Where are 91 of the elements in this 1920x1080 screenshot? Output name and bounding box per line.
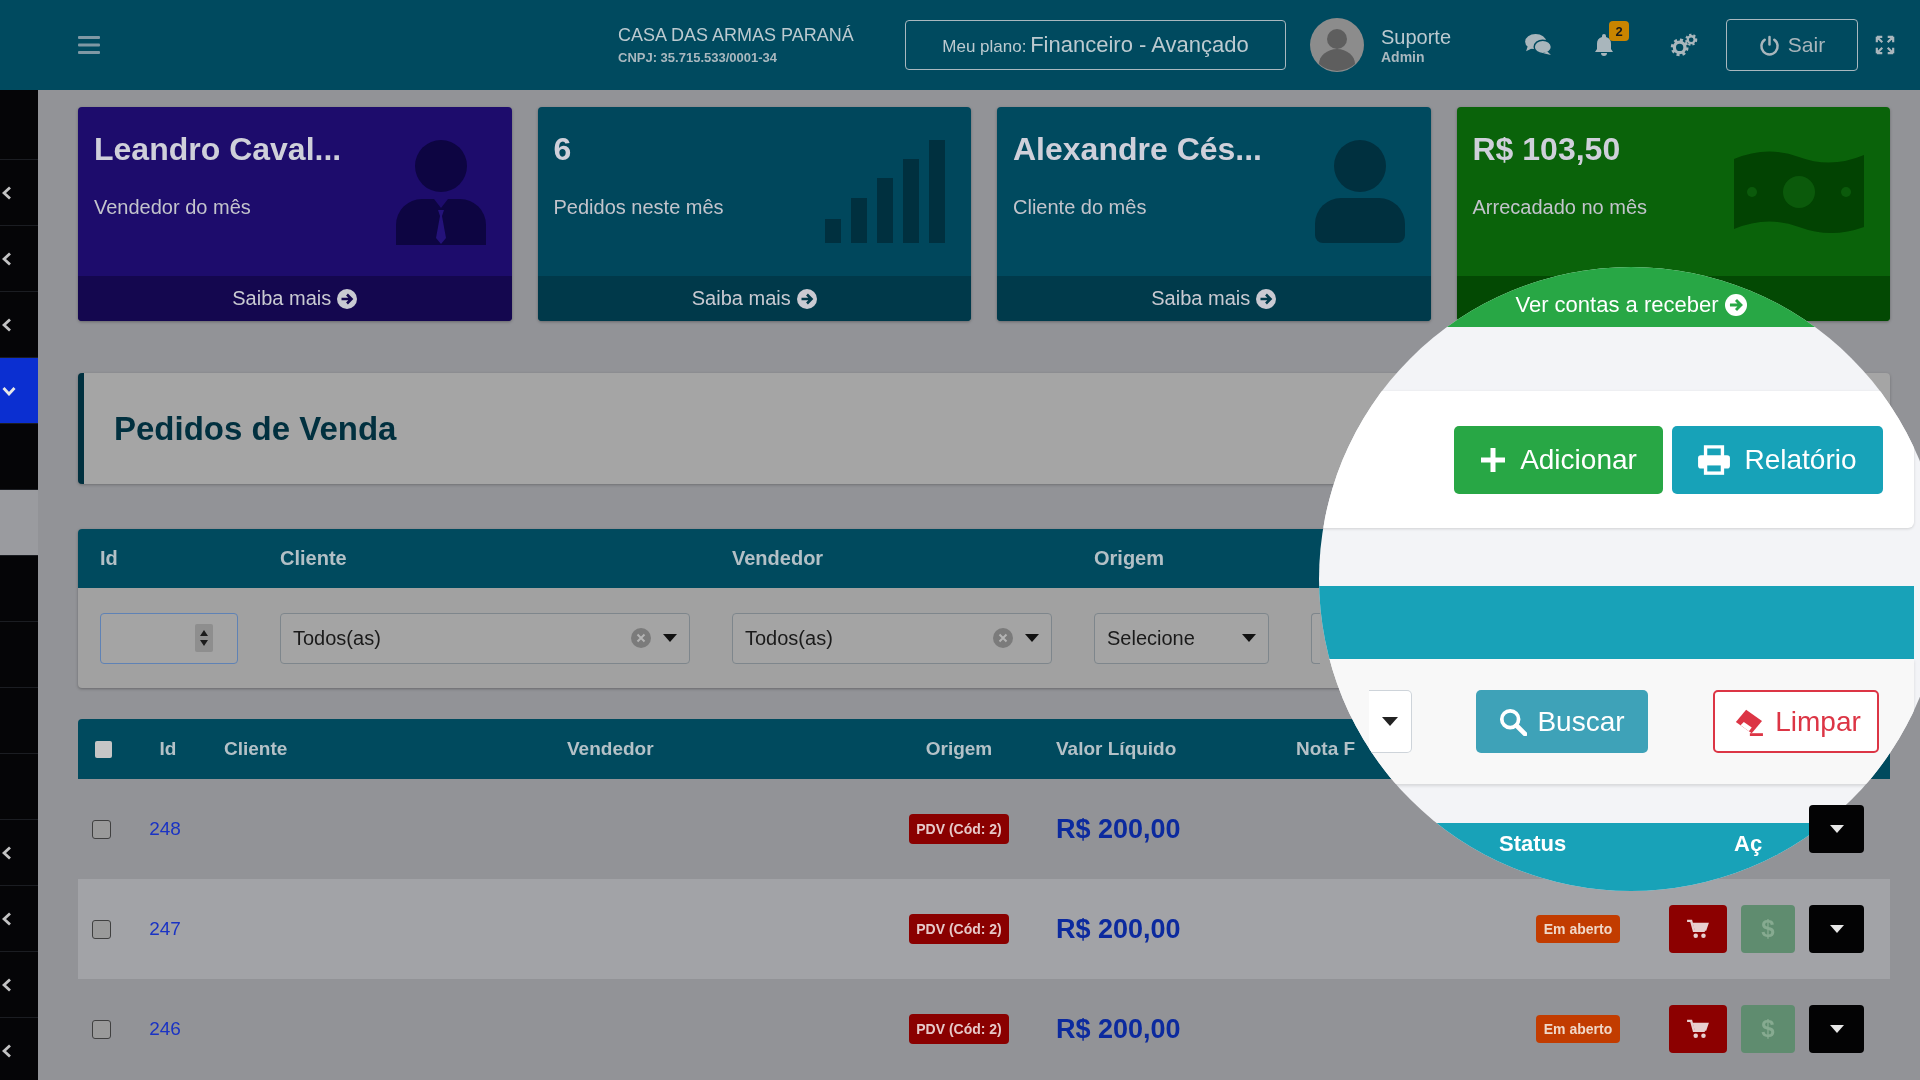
plus-icon bbox=[1480, 446, 1507, 473]
person-with-tie-icon bbox=[395, 138, 486, 245]
sidebar-item[interactable] bbox=[0, 358, 38, 424]
more-info-link[interactable]: Saiba mais bbox=[232, 287, 358, 310]
select-all-checkbox[interactable] bbox=[94, 740, 112, 758]
menu-icon[interactable] bbox=[78, 36, 100, 54]
cart-icon bbox=[1687, 1019, 1709, 1039]
page-title: Pedidos de Venda bbox=[114, 409, 397, 448]
filter-label: Cliente bbox=[280, 547, 348, 570]
dropdown-field[interactable]: Todos(as) bbox=[280, 612, 690, 664]
column-header: Origem bbox=[924, 738, 994, 760]
filter-label: Vendedor bbox=[732, 547, 825, 570]
column-header: Status bbox=[1499, 831, 1567, 857]
order-id-link[interactable]: 246 bbox=[149, 1018, 181, 1040]
plan-button[interactable]: Meu plano: Financeiro - Avançado bbox=[905, 20, 1286, 70]
net-value: R$ 200,00 bbox=[1056, 1013, 1181, 1044]
dropdown-toggle-button[interactable] bbox=[1809, 905, 1864, 953]
filter-label: Id bbox=[100, 547, 119, 570]
arrow-circle-icon bbox=[337, 288, 358, 309]
row-checkbox[interactable] bbox=[91, 819, 111, 839]
status-badge: Em aberto bbox=[1535, 915, 1621, 943]
power-icon bbox=[1758, 34, 1780, 56]
company-name: CASA DAS ARMAS PARANÁ bbox=[618, 25, 855, 46]
origin-badge: PDV (Cód: 2) bbox=[909, 914, 1009, 944]
card-subtitle: Pedidos neste mês bbox=[553, 195, 724, 219]
row-checkbox[interactable] bbox=[91, 1019, 111, 1039]
arrow-circle-icon bbox=[796, 288, 817, 309]
receivables-link[interactable]: Ver contas a receber bbox=[1515, 292, 1747, 318]
spinner-icon[interactable] bbox=[195, 624, 213, 652]
report-button[interactable]: Relatório bbox=[1672, 425, 1883, 494]
notification-badge: 2 bbox=[1609, 21, 1629, 41]
dropdown-toggle-button[interactable] bbox=[1809, 805, 1864, 853]
caret-down-icon bbox=[1025, 634, 1039, 642]
add-button[interactable]: Adicionar bbox=[1454, 425, 1663, 494]
id-input[interactable] bbox=[100, 612, 238, 664]
card-subtitle: Vendedor do mês bbox=[94, 195, 252, 219]
user-name: Suporte bbox=[1381, 25, 1453, 49]
dropdown-field[interactable]: Todos(as) bbox=[732, 612, 1052, 664]
column-header: Valor Líquido bbox=[1055, 738, 1178, 760]
row-checkbox[interactable] bbox=[91, 919, 111, 939]
printer-icon bbox=[1698, 444, 1731, 475]
caret-down-icon bbox=[1382, 717, 1398, 726]
caret-down-icon bbox=[663, 634, 677, 642]
column-header: Vendedor bbox=[566, 738, 655, 760]
origin-badge: PDV (Cód: 2) bbox=[909, 1014, 1009, 1044]
status-badge: Em aberto bbox=[1535, 1015, 1621, 1043]
chat-icon[interactable] bbox=[1525, 34, 1552, 56]
cart-button[interactable] bbox=[1669, 1005, 1727, 1053]
caret-down-icon bbox=[1829, 825, 1844, 833]
caret-down-icon bbox=[1242, 634, 1256, 642]
filter-label: Origem bbox=[1094, 547, 1166, 570]
clear-button[interactable]: Limpar bbox=[1713, 690, 1879, 753]
fullscreen-icon[interactable] bbox=[1875, 35, 1895, 55]
card-subtitle: Arrecadado no mês bbox=[1472, 195, 1648, 219]
card-title: 6 bbox=[553, 132, 573, 166]
origin-badge: PDV (Cód: 2) bbox=[909, 814, 1009, 844]
cart-icon bbox=[1687, 919, 1709, 939]
dropdown-toggle-button[interactable] bbox=[1809, 1005, 1864, 1053]
card-title: Leandro Caval... bbox=[94, 132, 342, 166]
card-title: Alexandre Cés... bbox=[1013, 132, 1262, 166]
logout-button[interactable]: Sair bbox=[1726, 19, 1858, 71]
search-button[interactable]: Buscar bbox=[1476, 690, 1648, 753]
net-value: R$ 200,00 bbox=[1056, 913, 1181, 944]
cart-button[interactable] bbox=[1669, 905, 1727, 953]
column-header: Aç bbox=[1734, 831, 1763, 857]
clear-icon[interactable] bbox=[993, 628, 1013, 648]
card-subtitle: Cliente do mês bbox=[1013, 195, 1148, 219]
clear-icon[interactable] bbox=[631, 628, 651, 648]
order-id-link[interactable]: 248 bbox=[149, 818, 181, 840]
bell-icon[interactable] bbox=[1592, 33, 1616, 57]
card-title: R$ 103,50 bbox=[1472, 132, 1622, 166]
column-header: Nota F bbox=[1295, 738, 1357, 760]
search-icon bbox=[1499, 707, 1528, 736]
more-info-link[interactable]: Saiba mais bbox=[1151, 287, 1277, 310]
settings-icon[interactable] bbox=[1669, 32, 1698, 58]
user-role: Admin bbox=[1381, 48, 1426, 65]
column-header: Id bbox=[158, 738, 178, 760]
avatar-icon[interactable] bbox=[1310, 18, 1364, 72]
dropdown-field[interactable]: Selecione bbox=[1094, 612, 1269, 664]
arrow-circle-icon bbox=[1256, 288, 1277, 309]
more-info-link[interactable]: Saiba mais bbox=[691, 287, 817, 310]
column-header: Cliente bbox=[223, 738, 289, 760]
company-cnpj: CNPJ: 35.715.533/0001-34 bbox=[618, 50, 778, 65]
net-value: R$ 200,00 bbox=[1056, 813, 1181, 844]
arrow-circle-icon bbox=[1724, 294, 1747, 316]
bar-chart-icon bbox=[825, 140, 945, 243]
caret-down-icon bbox=[1829, 1025, 1844, 1033]
user-icon bbox=[1314, 140, 1405, 243]
order-id-link[interactable]: 247 bbox=[149, 918, 181, 940]
caret-down-icon bbox=[1829, 925, 1844, 933]
dropdown-field[interactable] bbox=[1311, 612, 1320, 664]
